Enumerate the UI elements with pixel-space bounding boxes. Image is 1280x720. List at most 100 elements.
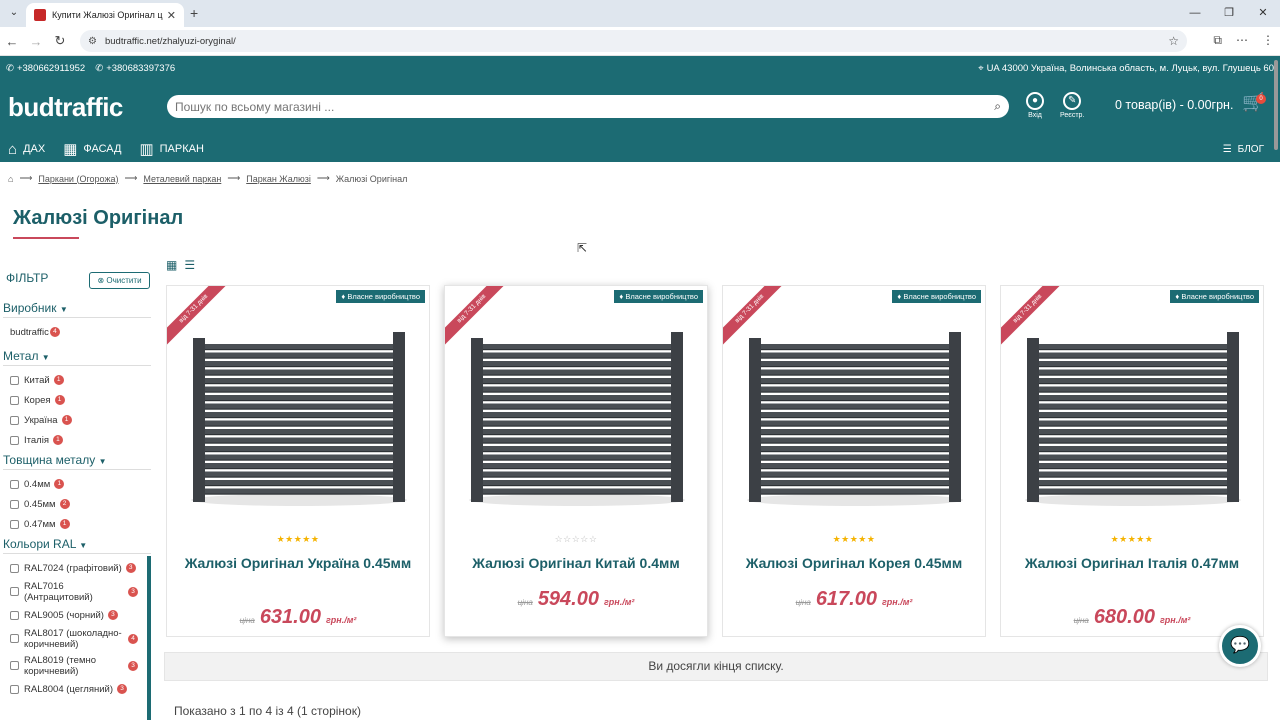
checkbox[interactable] bbox=[10, 499, 19, 509]
search-bar: ⌕ bbox=[167, 95, 1009, 118]
checkbox[interactable] bbox=[10, 587, 19, 596]
breadcrumb-link[interactable]: Металевий паркан bbox=[143, 174, 221, 184]
section-title: Метал bbox=[3, 349, 39, 363]
filter-option[interactable]: RAL8004 (цегляний) 3 bbox=[3, 679, 151, 699]
breadcrumb-link[interactable]: Паркан Жалюзі bbox=[246, 174, 311, 184]
nav-item-blog[interactable]: ☰ БЛОГ bbox=[1223, 144, 1264, 155]
site-info-icon[interactable]: ⚙ bbox=[88, 36, 97, 47]
forward-icon[interactable]: → bbox=[24, 34, 48, 49]
filter-option[interactable]: 0.47мм 1 bbox=[3, 514, 151, 534]
checkbox[interactable] bbox=[10, 519, 19, 529]
restore-icon[interactable]: ❐ bbox=[1212, 0, 1246, 27]
checkbox[interactable] bbox=[10, 661, 19, 670]
nav-item-facade[interactable]: ▦ ФАСАД bbox=[63, 140, 121, 158]
phone-2[interactable]: ✆ +380683397376 bbox=[95, 63, 175, 74]
blog-label: БЛОГ bbox=[1237, 143, 1264, 155]
filter-option[interactable]: RAL7024 (графітовий) 3 bbox=[3, 558, 151, 578]
filter-option[interactable]: Італія 1 bbox=[3, 430, 151, 450]
cart-count-badge: 0 bbox=[1256, 94, 1266, 104]
filter-option[interactable]: RAL9005 (чорний) 3 bbox=[3, 605, 151, 625]
nav-item-fence[interactable]: ▥ ПАРКАН bbox=[139, 140, 203, 158]
product-name[interactable]: Жалюзі Оригінал Італія 0.47мм bbox=[1013, 554, 1251, 573]
option-label: Україна bbox=[24, 414, 58, 426]
filter-option[interactable]: 0.45мм 2 bbox=[3, 494, 151, 514]
url-field[interactable]: ⚙ budtraffic.net/zhalyuzi-oryginal/ ☆ bbox=[80, 30, 1187, 52]
bookmark-star-icon[interactable]: ☆ bbox=[1168, 34, 1179, 48]
phone-1[interactable]: ✆ +380662911952 bbox=[6, 63, 85, 74]
filter-title: ФІЛЬТР bbox=[6, 271, 49, 285]
search-input[interactable] bbox=[175, 99, 995, 114]
list-view-icon[interactable]: ☰ bbox=[184, 258, 195, 272]
filter-section-maker[interactable]: Виробник ▼ bbox=[3, 298, 151, 318]
grid-view-icon[interactable]: ▦ bbox=[166, 258, 177, 272]
product-name[interactable]: Жалюзі Оригінал Україна 0.45мм bbox=[179, 554, 417, 573]
filter-section-metal[interactable]: Метал ▼ bbox=[3, 346, 151, 366]
cast-icon[interactable]: ⋯ bbox=[1236, 33, 1248, 48]
rating-stars: ★★★★★ bbox=[832, 534, 876, 544]
extensions-icon[interactable]: ⧉ bbox=[1213, 33, 1222, 48]
search-icon[interactable]: ⌕ bbox=[994, 99, 1001, 114]
filter-option[interactable]: RAL8017 (шоколадно-коричневий) 4 bbox=[3, 625, 151, 652]
close-tab-icon[interactable]: ✕ bbox=[167, 9, 176, 22]
checkbox[interactable] bbox=[10, 395, 19, 405]
close-window-icon[interactable]: ✕ bbox=[1246, 0, 1280, 27]
breadcrumb-link[interactable]: Паркани (Огорожа) bbox=[38, 174, 118, 184]
checkbox[interactable] bbox=[10, 415, 19, 425]
checkbox[interactable] bbox=[10, 479, 19, 489]
product-card[interactable]: від 7-31 днів ♦ Власне виробництво ★★★★★… bbox=[166, 285, 430, 637]
menu-icon[interactable]: ⋮ bbox=[1262, 33, 1274, 48]
new-tab-icon[interactable]: + bbox=[190, 5, 198, 21]
nav-item-roof[interactable]: ⌂ ДАХ bbox=[8, 141, 45, 158]
product-card[interactable]: від 7-31 днів ♦ Власне виробництво ★★★★★… bbox=[722, 285, 986, 637]
breadcrumb-sep: ⟶ bbox=[19, 173, 33, 183]
product-name[interactable]: Жалюзі Оригінал Китай 0.4мм bbox=[457, 554, 695, 573]
phone-1-text: +380662911952 bbox=[16, 63, 86, 74]
site-logo[interactable]: budtraffic bbox=[8, 92, 123, 123]
price-unit: грн./м² bbox=[603, 597, 635, 607]
checkbox[interactable] bbox=[10, 435, 19, 445]
product-card[interactable]: від 7-31 днів ♦ Власне виробництво ★★★★★… bbox=[1000, 285, 1264, 637]
filter-option[interactable]: RAL8019 (темно коричневий) 3 bbox=[3, 652, 151, 679]
filter-option[interactable]: Україна 1 bbox=[3, 410, 151, 430]
back-icon[interactable]: ← bbox=[0, 34, 24, 49]
checkbox[interactable] bbox=[10, 563, 19, 573]
filter-option[interactable]: budtraffic 4 bbox=[3, 322, 151, 342]
filter-option[interactable]: 0.4мм 1 bbox=[3, 474, 151, 494]
nav-label: ДАХ bbox=[23, 143, 46, 155]
reload-icon[interactable]: ↻ bbox=[48, 33, 72, 49]
price-value: 594.00 bbox=[537, 588, 599, 610]
browser-tab[interactable]: Купити Жалюзі Оригінал ціна ✕ bbox=[26, 3, 184, 27]
page-scrollbar[interactable] bbox=[1274, 60, 1278, 150]
store-address[interactable]: ⌖ UA 43000 Україна, Волинська область, м.… bbox=[978, 63, 1274, 74]
badge-text: Власне виробництво bbox=[1181, 292, 1254, 301]
filter-section-thickness[interactable]: Товщина металу ▼ bbox=[3, 450, 151, 470]
filter-option[interactable]: Китай 1 bbox=[3, 370, 151, 390]
option-label: budtraffic bbox=[10, 326, 49, 338]
chat-button[interactable]: 💬 bbox=[1219, 625, 1261, 667]
checkbox[interactable] bbox=[10, 684, 19, 694]
clear-filter-button[interactable]: ⊗ Очистити bbox=[89, 272, 150, 289]
minimize-icon[interactable]: — bbox=[1178, 0, 1212, 27]
checkbox[interactable] bbox=[10, 610, 19, 620]
tab-search-icon[interactable]: ⌄ bbox=[6, 5, 22, 21]
register-button[interactable]: ✎ Реєстр. bbox=[1060, 92, 1084, 119]
filter-option[interactable]: RAL7016 (Антрацитовий) 3 bbox=[3, 578, 151, 605]
filter-option[interactable]: Корея 1 bbox=[3, 390, 151, 410]
price-label: ціна bbox=[517, 598, 533, 607]
option-label: 0.45мм bbox=[24, 498, 56, 510]
home-icon[interactable]: ⌂ bbox=[8, 174, 13, 184]
cart-summary[interactable]: 0 товар(ів) - 0.00грн. bbox=[1115, 98, 1233, 112]
sidebar-scrollbar[interactable] bbox=[147, 556, 151, 720]
brick-wall-icon: ▦ bbox=[63, 141, 78, 158]
login-button[interactable]: ● Вхід bbox=[1026, 92, 1044, 119]
filter-section-colors[interactable]: Кольори RAL ▼ bbox=[3, 534, 151, 554]
product-name[interactable]: Жалюзі Оригінал Корея 0.45мм bbox=[735, 554, 973, 573]
checkbox[interactable] bbox=[10, 634, 19, 643]
own-production-badge: ♦ Власне виробництво bbox=[614, 290, 703, 303]
option-label: RAL8019 (темно коричневий) bbox=[24, 654, 97, 677]
checkbox[interactable] bbox=[10, 375, 19, 385]
breadcrumb-current: Жалюзі Оригінал bbox=[335, 173, 408, 184]
product-card[interactable]: від 7-31 днів ♦ Власне виробництво ☆☆☆☆☆… bbox=[444, 285, 708, 637]
mouse-cursor-icon: ⇱ bbox=[577, 241, 588, 255]
rating-stars: ☆☆☆☆☆ bbox=[554, 534, 598, 544]
